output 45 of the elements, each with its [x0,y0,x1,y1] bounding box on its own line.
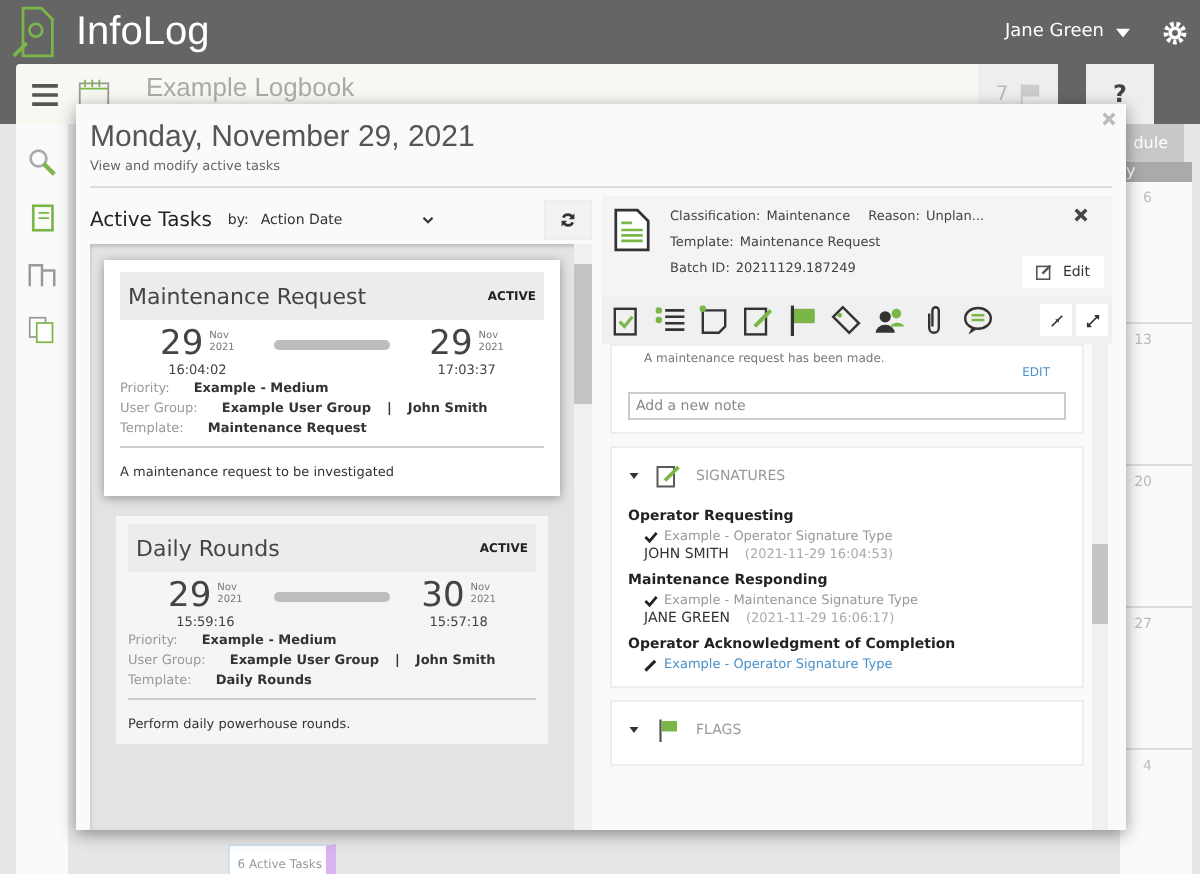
collapse-button[interactable] [1040,304,1072,336]
pages-icon[interactable] [28,316,56,344]
caret-icon[interactable] [628,724,641,736]
refresh-icon [560,212,577,228]
logo-icon [12,6,56,58]
flag-icon [1020,84,1041,104]
duration-bar [274,339,390,349]
start-day: 29 [168,578,212,614]
caret-icon[interactable] [628,470,641,482]
collapse-icon [1049,313,1063,327]
calendar-header: y [1120,162,1192,182]
chevron-icon [422,216,435,224]
flag-icon[interactable] [786,304,819,336]
task-title: Maintenance Request [128,283,367,309]
edit-icon [1036,264,1053,280]
speech-bubble-icon[interactable] [962,304,995,336]
task-card[interactable] [104,260,561,496]
menu-icon[interactable] [32,83,58,105]
flag-icon [656,718,681,742]
caret-icon [1116,27,1130,37]
dialog-title: Monday, November 29, 2021 [90,120,477,154]
start-day: 29 [160,326,204,362]
logbook-title: Example Logbook [146,71,355,101]
tag-icon[interactable] [830,304,863,336]
document-icon [614,208,651,252]
end-day: 30 [421,578,465,614]
duration-bar [274,591,390,601]
expand-button[interactable] [1076,304,1108,336]
settings-icon[interactable] [1162,19,1188,45]
people-icon[interactable] [874,304,907,336]
expand-icon [1085,313,1099,327]
task-title: Daily Rounds [136,535,280,561]
app-title: InfoLog [76,9,210,55]
signature-icon [656,464,681,488]
document-edit-icon[interactable] [742,304,775,336]
note-icon[interactable] [698,304,731,336]
clipboard-icon[interactable] [610,304,643,336]
panel-title: Active Tasks [90,209,212,231]
close-icon[interactable] [1074,208,1088,222]
end-day: 29 [429,326,473,362]
list-icon[interactable] [654,304,687,336]
refresh-button[interactable] [544,200,593,240]
scrollbar[interactable] [1092,344,1108,830]
scrollbar[interactable] [574,244,593,830]
user-menu[interactable]: Jane Green [1004,22,1104,42]
